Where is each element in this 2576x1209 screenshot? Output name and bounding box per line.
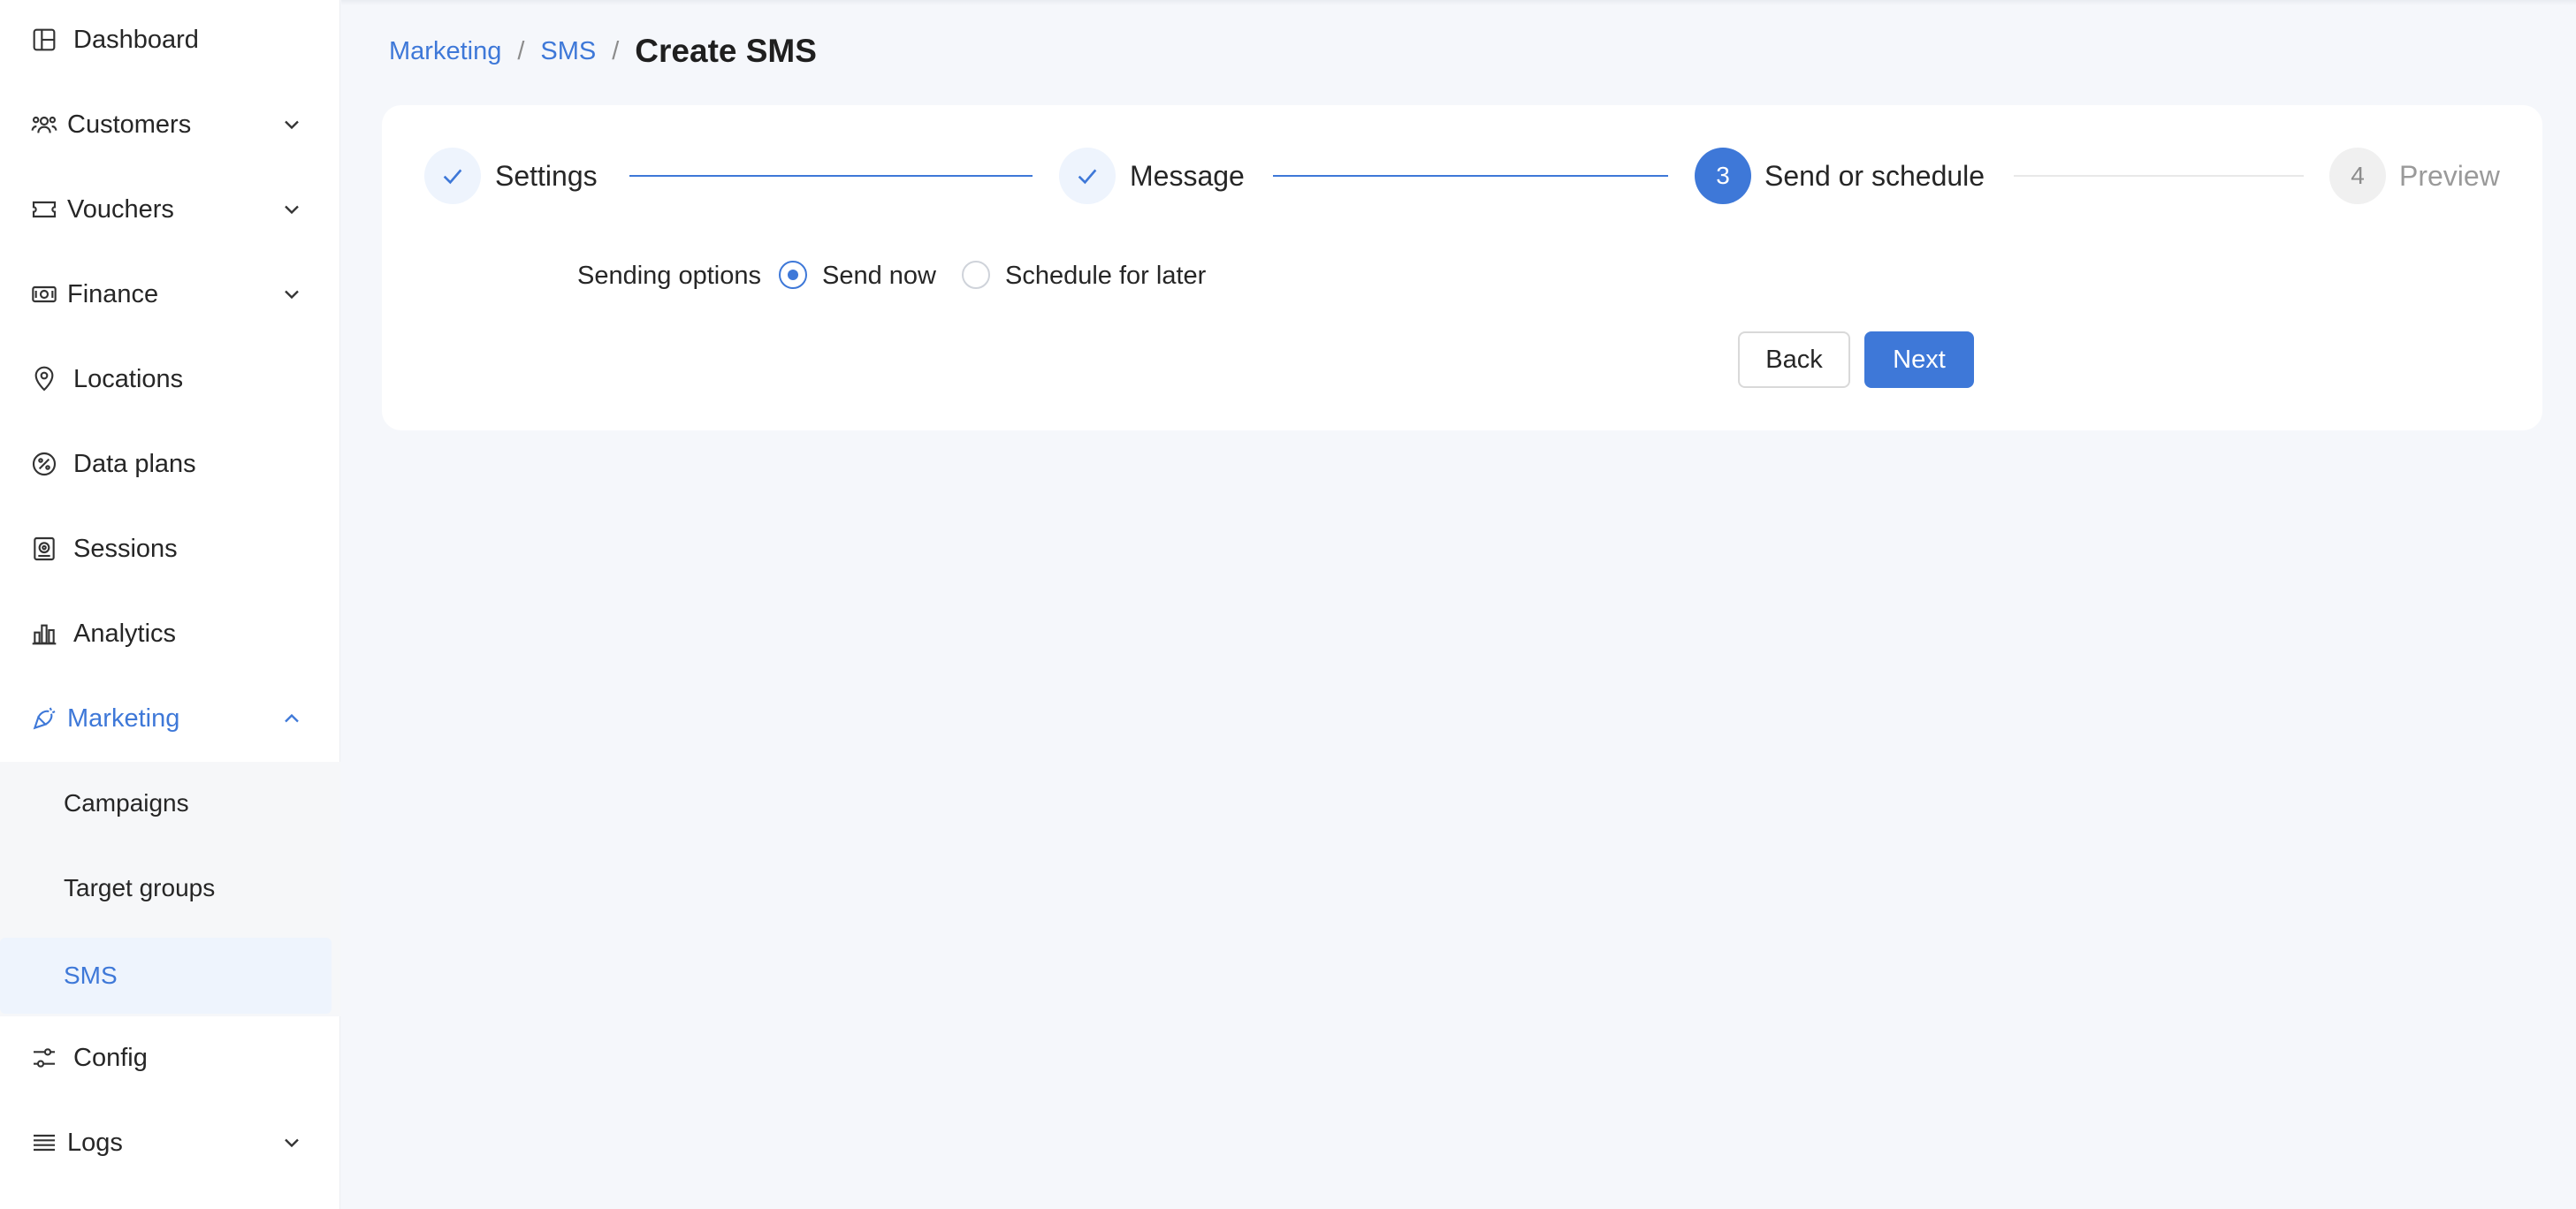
sidebar-item-marketing[interactable]: Marketing [0, 676, 340, 761]
back-button[interactable]: Back [1738, 331, 1850, 388]
step-connector [1273, 175, 1668, 177]
breadcrumb-separator: / [517, 36, 525, 65]
chevron-down-icon[interactable] [279, 112, 304, 137]
logs-icon [30, 1129, 58, 1157]
breadcrumb-link-marketing[interactable]: Marketing [389, 37, 501, 66]
send-now-radio[interactable] [779, 261, 807, 289]
sidebar-item-config[interactable]: Config [0, 1015, 340, 1100]
breadcrumb-separator: / [612, 36, 620, 65]
sessions-icon [30, 535, 58, 563]
sidebar-item-label: Finance [67, 279, 159, 308]
sidebar-item-sessions[interactable]: Sessions [0, 506, 340, 591]
step-connector [2014, 175, 2304, 177]
step-2-check [1059, 148, 1116, 204]
check-icon [1078, 169, 1097, 185]
sidebar-item-finance[interactable]: Finance [0, 252, 340, 337]
step-3-number: 3 [1695, 148, 1751, 204]
check-icon [443, 169, 462, 185]
sidebar-item-label: Vouchers [67, 194, 174, 224]
finance-icon [30, 280, 58, 308]
step-3-label: Send or schedule [1764, 160, 1985, 192]
step-1-label: Settings [495, 160, 598, 192]
sidebar-item-label: Analytics [73, 619, 177, 648]
schedule-later-radio[interactable] [962, 261, 990, 289]
breadcrumb: Marketing / SMS / Create SMS [389, 32, 817, 71]
sidebar-item-label: Data plans [73, 449, 196, 478]
sidebar-item-dashboard[interactable]: Dashboard [0, 0, 340, 82]
sidebar: Dashboard Customers Vouchers Finance Loc… [0, 0, 340, 1209]
data-plans-icon [30, 450, 58, 478]
send-now-label[interactable]: Send now [822, 262, 936, 291]
sidebar-item-label: Logs [67, 1128, 123, 1157]
sidebar-item-analytics[interactable]: Analytics [0, 591, 340, 676]
analytics-icon [30, 620, 58, 648]
topbar-shadow [341, 0, 2576, 5]
config-icon [30, 1044, 58, 1072]
sidebar-subitem-label: Target groups [64, 874, 216, 901]
location-icon [30, 365, 58, 393]
step-4-label: Preview [2399, 160, 2500, 192]
dashboard-icon [30, 26, 58, 54]
breadcrumb-link-sms[interactable]: SMS [540, 37, 596, 66]
next-button[interactable]: Next [1864, 331, 1974, 388]
sidebar-item-customers[interactable]: Customers [0, 82, 340, 167]
sidebar-subitem-sms[interactable]: SMS [0, 938, 332, 1014]
chevron-down-icon[interactable] [279, 1130, 304, 1155]
step-2-label: Message [1130, 160, 1245, 192]
sidebar-item-data-plans[interactable]: Data plans [0, 422, 340, 506]
sidebar-subitem-label: Campaigns [64, 789, 189, 817]
sidebar-item-logs[interactable]: Logs [0, 1100, 340, 1185]
sidebar-item-label: Customers [67, 110, 192, 139]
sidebar-subitem-label: SMS [64, 962, 118, 989]
sidebar-item-label: Config [73, 1043, 148, 1072]
sidebar-item-label: Sessions [73, 534, 178, 563]
chevron-down-icon[interactable] [279, 282, 304, 307]
customers-icon [30, 110, 58, 139]
sidebar-item-label: Locations [73, 364, 184, 393]
chevron-down-icon[interactable] [279, 197, 304, 222]
voucher-icon [30, 195, 58, 224]
schedule-later-label[interactable]: Schedule for later [1005, 262, 1206, 291]
sidebar-item-locations[interactable]: Locations [0, 337, 340, 422]
sidebar-item-label: Marketing [67, 703, 180, 733]
marketing-icon [30, 704, 58, 733]
step-4-number: 4 [2329, 148, 2386, 204]
sidebar-item-label: Dashboard [73, 25, 199, 54]
sidebar-item-vouchers[interactable]: Vouchers [0, 167, 340, 252]
step-1-check [424, 148, 481, 204]
page-title: Create SMS [635, 33, 817, 69]
step-connector [629, 175, 1033, 177]
sending-options-label: Sending options [577, 262, 761, 290]
wizard-card: Settings Message 3 Send or schedule 4 Pr… [382, 105, 2542, 430]
sidebar-subitem-target-groups[interactable]: Target groups [0, 850, 340, 926]
sidebar-subitem-campaigns[interactable]: Campaigns [0, 765, 340, 841]
chevron-up-icon[interactable] [279, 706, 304, 731]
